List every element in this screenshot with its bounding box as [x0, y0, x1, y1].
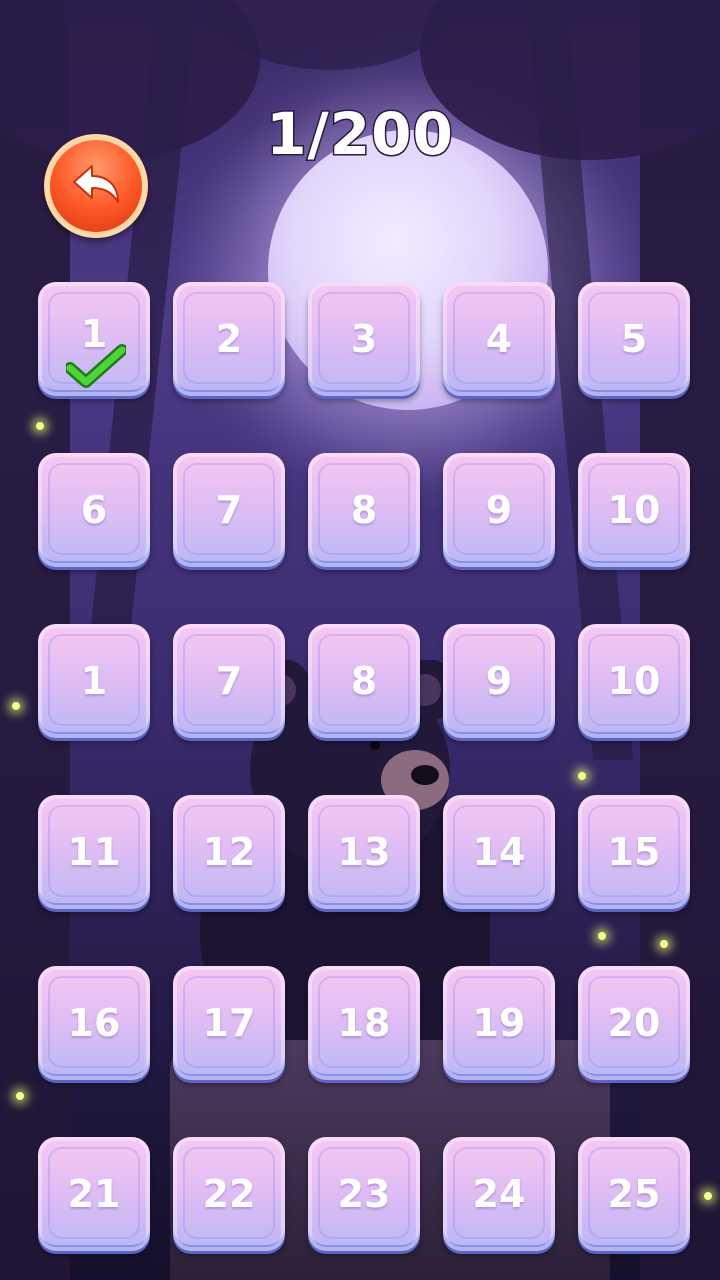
level-tile[interactable]: 15 [578, 795, 690, 909]
firefly [704, 1192, 712, 1200]
level-number: 23 [337, 1172, 391, 1216]
level-number: 10 [607, 488, 661, 532]
level-number: 24 [472, 1172, 526, 1216]
level-number: 18 [337, 1001, 391, 1045]
level-tile[interactable]: 14 [443, 795, 555, 909]
level-number: 13 [337, 830, 391, 874]
back-arrow-icon [73, 165, 119, 203]
level-tile[interactable]: 18 [308, 966, 420, 1080]
level-number: 22 [202, 1172, 256, 1216]
level-tile[interactable]: 23 [308, 1137, 420, 1251]
level-tile[interactable]: 1 [38, 282, 150, 396]
level-tile[interactable]: 21 [38, 1137, 150, 1251]
level-tile[interactable]: 5 [578, 282, 690, 396]
level-number: 16 [67, 1001, 121, 1045]
level-number: 12 [202, 830, 256, 874]
firefly [16, 1092, 24, 1100]
firefly [660, 940, 668, 948]
level-tile[interactable]: 2 [173, 282, 285, 396]
level-number: 17 [202, 1001, 256, 1045]
checkmark-icon [66, 344, 126, 388]
level-tile[interactable]: 10 [578, 453, 690, 567]
level-number: 25 [607, 1172, 661, 1216]
firefly [12, 702, 20, 710]
firefly [578, 772, 586, 780]
level-tile[interactable]: 20 [578, 966, 690, 1080]
level-number: 19 [472, 1001, 526, 1045]
level-number: 4 [485, 317, 513, 361]
level-number: 21 [67, 1172, 121, 1216]
level-number: 1 [80, 659, 108, 703]
level-number: 9 [485, 659, 513, 703]
level-tile[interactable]: 10 [578, 624, 690, 738]
level-tile[interactable]: 7 [173, 624, 285, 738]
level-tile[interactable]: 25 [578, 1137, 690, 1251]
level-tile[interactable]: 24 [443, 1137, 555, 1251]
level-number: 7 [215, 659, 243, 703]
firefly [36, 422, 44, 430]
level-tile[interactable]: 1 [38, 624, 150, 738]
level-number: 10 [607, 659, 661, 703]
level-number: 5 [620, 317, 648, 361]
level-number: 11 [67, 830, 121, 874]
level-number: 2 [215, 317, 243, 361]
level-tile[interactable]: 19 [443, 966, 555, 1080]
firefly [598, 932, 606, 940]
level-number: 8 [350, 488, 378, 532]
back-button[interactable] [44, 134, 148, 238]
level-tile[interactable]: 3 [308, 282, 420, 396]
level-number: 14 [472, 830, 526, 874]
level-tile[interactable]: 8 [308, 624, 420, 738]
level-number: 3 [350, 317, 378, 361]
level-tile[interactable]: 8 [308, 453, 420, 567]
level-tile[interactable]: 16 [38, 966, 150, 1080]
level-tile[interactable]: 4 [443, 282, 555, 396]
level-number: 7 [215, 488, 243, 532]
level-tile[interactable]: 22 [173, 1137, 285, 1251]
level-tile[interactable]: 7 [173, 453, 285, 567]
level-tile[interactable]: 9 [443, 453, 555, 567]
level-tile[interactable]: 6 [38, 453, 150, 567]
level-number: 20 [607, 1001, 661, 1045]
level-tile[interactable]: 9 [443, 624, 555, 738]
level-tile[interactable]: 11 [38, 795, 150, 909]
level-number: 6 [80, 488, 108, 532]
level-number: 15 [607, 830, 661, 874]
level-number: 8 [350, 659, 378, 703]
level-tile[interactable]: 17 [173, 966, 285, 1080]
level-number: 9 [485, 488, 513, 532]
level-tile[interactable]: 12 [173, 795, 285, 909]
level-tile[interactable]: 13 [308, 795, 420, 909]
